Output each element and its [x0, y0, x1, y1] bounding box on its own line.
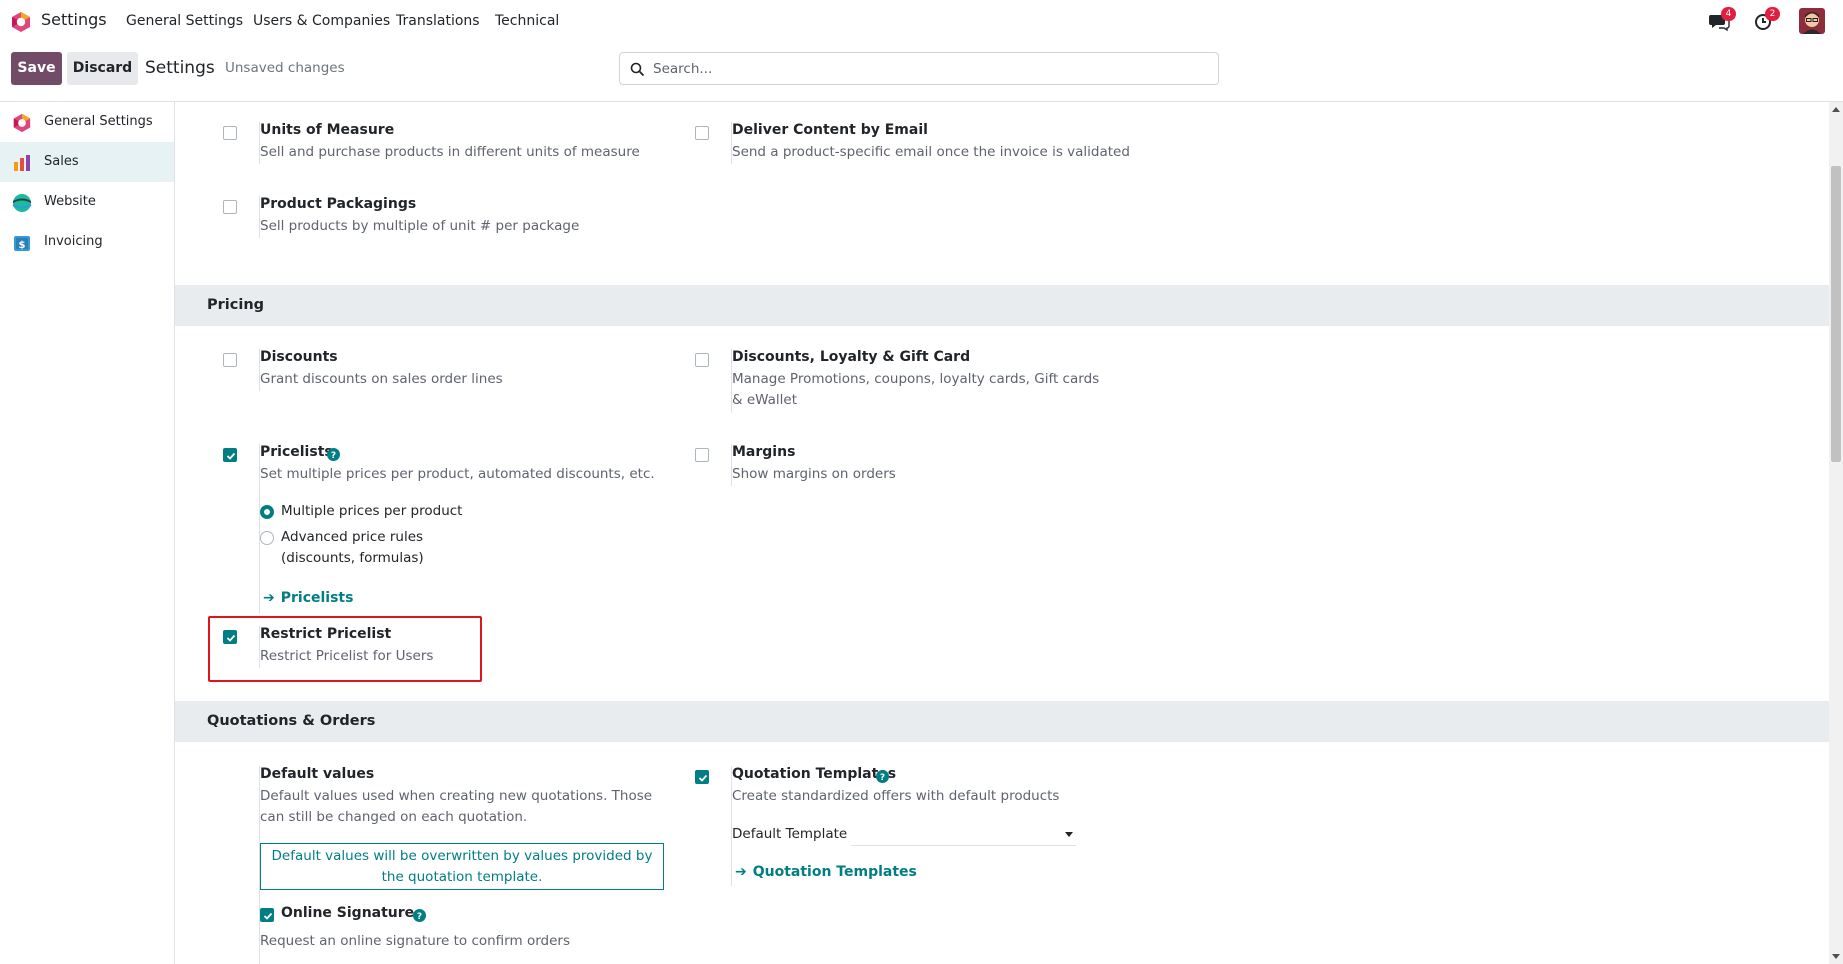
- default-values-desc: Default values used when creating new qu…: [260, 788, 653, 825]
- caret-down-icon: [1065, 832, 1073, 837]
- search-icon: [630, 62, 645, 77]
- quotation-templates-link-label: Quotation Templates: [752, 864, 917, 880]
- online-signature-checkbox[interactable]: [260, 908, 274, 922]
- help-icon[interactable]: ?: [876, 770, 889, 783]
- quotation-templates-link[interactable]: ➔ Quotation Templates: [735, 864, 917, 880]
- restrict-pricelist-desc: Restrict Pricelist for Users: [260, 648, 434, 664]
- unsaved-changes-indicator: Unsaved changes: [225, 60, 345, 76]
- pricing-section-header: Pricing: [175, 285, 1829, 326]
- loyalty-desc: Manage Promotions, coupons, loyalty card…: [732, 371, 1100, 408]
- sidebar-item-label: Website: [44, 194, 96, 209]
- product-packagings-checkbox[interactable]: [223, 200, 237, 214]
- advanced-price-rules-radio[interactable]: [260, 531, 274, 545]
- default-values-title: Default values: [260, 766, 375, 782]
- quotation-templates-desc: Create standardized offers with default …: [732, 788, 1060, 804]
- activities-badge: 2: [1765, 7, 1780, 21]
- loyalty-title: Discounts, Loyalty & Gift Card: [732, 349, 971, 365]
- sidebar-item-sales[interactable]: Sales: [0, 142, 174, 182]
- scrollbar[interactable]: [1829, 102, 1843, 964]
- search-bar[interactable]: [619, 52, 1219, 85]
- invoicing-app-icon: $: [12, 233, 32, 253]
- sidebar-item-label: Invoicing: [44, 234, 103, 249]
- default-values-info-text: Default values will be overwritten by va…: [271, 848, 653, 885]
- default-values-info-box: Default values will be overwritten by va…: [260, 843, 664, 890]
- online-signature-desc: Request an online signature to confirm o…: [260, 933, 570, 949]
- discounts-checkbox[interactable]: [223, 353, 237, 367]
- sales-app-icon: [12, 153, 32, 173]
- search-input[interactable]: [653, 59, 1203, 79]
- quotations-section-header: Quotations & Orders: [175, 701, 1829, 742]
- app-name[interactable]: Settings: [41, 10, 107, 29]
- save-button[interactable]: Save: [11, 52, 62, 85]
- product-packagings-title: Product Packagings: [260, 196, 417, 212]
- quotation-templates-title: Quotation Templates: [732, 766, 897, 782]
- margins-checkbox[interactable]: [695, 448, 709, 462]
- menu-translations[interactable]: Translations: [396, 13, 480, 29]
- activities-clock-icon[interactable]: 2: [1752, 7, 1780, 32]
- settings-app-icon: [12, 113, 32, 133]
- sidebar-item-label: Sales: [44, 154, 79, 169]
- sidebar-item-general-settings[interactable]: General Settings: [0, 102, 174, 142]
- quotations-heading: Quotations & Orders: [207, 713, 376, 729]
- sidebar-item-label: General Settings: [44, 114, 153, 129]
- pricelists-checkbox[interactable]: [223, 448, 237, 462]
- default-template-select[interactable]: [851, 824, 1076, 846]
- top-navbar: Settings General Settings Users & Compan…: [0, 0, 1843, 42]
- restrict-pricelist-checkbox[interactable]: [223, 630, 237, 644]
- deliver-content-title: Deliver Content by Email: [732, 122, 928, 138]
- svg-text:?: ?: [880, 773, 885, 783]
- sidebar-item-invoicing[interactable]: $ Invoicing: [0, 222, 174, 262]
- website-app-icon: [12, 193, 32, 213]
- pricelists-desc: Set multiple prices per product, automat…: [260, 466, 655, 482]
- deliver-content-desc: Send a product-specific email once the i…: [732, 144, 1130, 160]
- svg-text:$: $: [19, 240, 26, 251]
- multiple-prices-radio[interactable]: [260, 505, 274, 519]
- discard-button[interactable]: Discard: [67, 52, 138, 85]
- sidebar-item-website[interactable]: Website: [0, 182, 174, 222]
- odoo-logo-icon[interactable]: [10, 11, 32, 33]
- scroll-down-arrow-icon[interactable]: [1832, 954, 1840, 959]
- online-signature-title[interactable]: Online Signature: [281, 905, 414, 921]
- scroll-up-arrow-icon[interactable]: [1832, 107, 1840, 112]
- margins-desc: Show margins on orders: [732, 466, 896, 482]
- page-title: Settings: [145, 58, 215, 78]
- units-of-measure-checkbox[interactable]: [223, 126, 237, 140]
- units-of-measure-title: Units of Measure: [260, 122, 395, 138]
- menu-users-companies[interactable]: Users & Companies: [253, 13, 390, 29]
- deliver-content-checkbox[interactable]: [695, 126, 709, 140]
- pricelists-link[interactable]: ➔ Pricelists: [263, 590, 353, 606]
- settings-sidebar: General Settings Sales Website $ Invoici…: [0, 102, 175, 964]
- loyalty-checkbox[interactable]: [695, 353, 709, 367]
- pricelists-title: Pricelists: [260, 444, 333, 460]
- scrollbar-thumb[interactable]: [1831, 166, 1841, 462]
- pricelists-link-label: Pricelists: [280, 590, 354, 606]
- settings-content: Units of Measure Sell and purchase produ…: [175, 102, 1829, 964]
- help-icon[interactable]: ?: [327, 448, 340, 461]
- product-packagings-desc: Sell products by multiple of unit # per …: [260, 218, 580, 234]
- multiple-prices-label[interactable]: Multiple prices per product: [281, 501, 462, 522]
- messages-icon[interactable]: 4: [1708, 7, 1736, 32]
- discounts-desc: Grant discounts on sales order lines: [260, 371, 503, 387]
- quotation-templates-checkbox[interactable]: [695, 770, 709, 784]
- svg-text:?: ?: [417, 912, 422, 922]
- units-of-measure-desc: Sell and purchase products in different …: [260, 144, 640, 160]
- menu-general-settings[interactable]: General Settings: [126, 13, 243, 29]
- margins-title: Margins: [732, 444, 796, 460]
- arrow-right-icon: ➔: [735, 864, 747, 880]
- default-template-label: Default Template: [732, 826, 848, 842]
- arrow-right-icon: ➔: [263, 590, 275, 606]
- messages-badge: 4: [1721, 7, 1736, 21]
- restrict-pricelist-title: Restrict Pricelist: [260, 626, 392, 642]
- user-avatar[interactable]: [1799, 8, 1825, 34]
- discounts-title: Discounts: [260, 349, 338, 365]
- menu-technical[interactable]: Technical: [495, 13, 559, 29]
- pricing-heading: Pricing: [207, 297, 265, 313]
- help-icon[interactable]: ?: [413, 909, 426, 922]
- advanced-price-rules-label[interactable]: Advanced price rules (discounts, formula…: [281, 527, 431, 569]
- svg-text:?: ?: [331, 451, 336, 461]
